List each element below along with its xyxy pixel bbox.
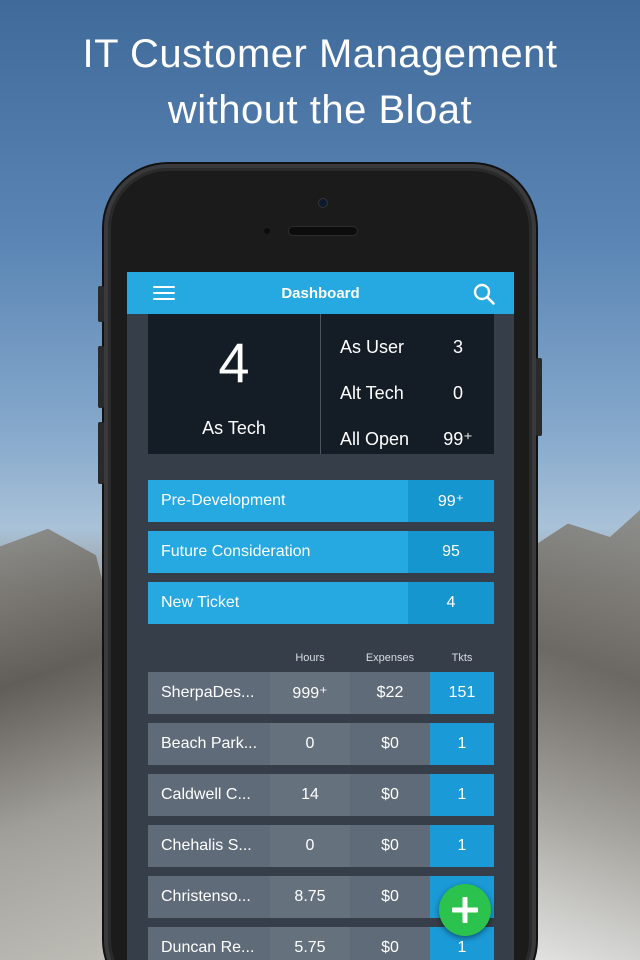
stat-label: As User — [340, 336, 405, 357]
stage-count: 95 — [408, 531, 494, 573]
phone-mute-switch — [98, 286, 104, 322]
account-expenses: $22 — [350, 672, 430, 714]
stat-list: As User 3 Alt Tech 0 All Open 99⁺ — [321, 314, 494, 454]
stat-value: 3 — [452, 336, 463, 357]
stat-label: All Open — [340, 428, 410, 449]
account-row[interactable]: Duncan Re... 5.75 $0 1 — [148, 927, 494, 960]
stat-row-all-open[interactable]: All Open 99⁺ — [321, 416, 494, 462]
account-name: Chehalis S... — [161, 837, 252, 854]
ticket-stage-list: Pre-Development 99⁺ Future Consideration… — [148, 480, 494, 633]
headline-line-1: IT Customer Management — [82, 32, 558, 76]
tkts-column-header: Tkts — [451, 652, 473, 664]
as-tech-label: As Tech — [202, 418, 266, 438]
phone-volume-up — [98, 346, 104, 408]
account-name: Christenso... — [161, 888, 251, 905]
stage-name: Pre-Development — [161, 492, 286, 509]
proximity-sensor — [264, 228, 270, 234]
account-hours: 0 — [270, 723, 350, 765]
account-name: Duncan Re... — [161, 939, 255, 956]
stage-row-new-ticket[interactable]: New Ticket 4 — [148, 582, 494, 624]
hamburger-menu-icon[interactable] — [153, 286, 175, 300]
account-row[interactable]: SherpaDes... 999⁺ $22 151 — [148, 672, 494, 714]
account-row[interactable]: Caldwell C... 14 $0 1 — [148, 774, 494, 816]
stage-name: New Ticket — [161, 594, 240, 611]
plus-icon — [452, 897, 478, 923]
stat-row-as-user[interactable]: As User 3 — [321, 324, 494, 370]
as-tech-count: 4 — [218, 331, 250, 394]
stage-count: 4 — [408, 582, 494, 624]
add-ticket-button[interactable] — [439, 884, 491, 936]
phone-power-button — [536, 358, 542, 436]
promo-headline: IT Customer Management without the Bloat — [0, 26, 640, 138]
account-hours: 5.75 — [270, 927, 350, 960]
account-expenses: $0 — [350, 825, 430, 867]
account-hours: 999⁺ — [270, 672, 350, 714]
ticket-stats-panel: 4 As Tech As User 3 Alt Tech 0 All Open … — [148, 314, 494, 454]
account-tickets: 1 — [430, 723, 494, 765]
headline-line-2: without the Bloat — [167, 88, 473, 132]
stat-row-alt-tech[interactable]: Alt Tech 0 — [321, 370, 494, 416]
account-name: SherpaDes... — [161, 684, 255, 701]
account-expenses: $0 — [350, 723, 430, 765]
front-camera — [318, 198, 328, 208]
stat-value: 99⁺ — [443, 428, 473, 449]
account-row[interactable]: Beach Park... 0 $0 1 — [148, 723, 494, 765]
earpiece-speaker — [288, 226, 358, 236]
account-row[interactable]: Chehalis S... 0 $0 1 — [148, 825, 494, 867]
account-tickets: 1 — [430, 774, 494, 816]
as-tech-stat[interactable]: 4 As Tech — [148, 314, 321, 454]
background-rock-left — [0, 528, 120, 960]
account-expenses: $0 — [350, 927, 430, 960]
accounts-column-headers: Hours Expenses Tkts — [148, 652, 494, 668]
stage-count: 99⁺ — [408, 480, 494, 522]
app-bar: Dashboard — [127, 272, 514, 314]
stat-value: 0 — [452, 382, 463, 403]
account-hours: 14 — [270, 774, 350, 816]
search-icon[interactable] — [472, 282, 496, 306]
account-name: Beach Park... — [161, 735, 258, 752]
account-tickets: 1 — [430, 825, 494, 867]
account-tickets: 151 — [430, 672, 494, 714]
account-name: Caldwell C... — [161, 786, 251, 803]
hours-column-header: Hours — [295, 652, 325, 664]
stage-name: Future Consideration — [161, 543, 311, 560]
account-expenses: $0 — [350, 876, 430, 918]
stage-row-future-consideration[interactable]: Future Consideration 95 — [148, 531, 494, 573]
phone-volume-down — [98, 422, 104, 484]
account-hours: 0 — [270, 825, 350, 867]
page-title: Dashboard — [281, 284, 360, 302]
stat-label: Alt Tech — [340, 382, 404, 403]
background-rock-right — [520, 510, 640, 960]
account-hours: 8.75 — [270, 876, 350, 918]
stage-row-pre-development[interactable]: Pre-Development 99⁺ — [148, 480, 494, 522]
account-expenses: $0 — [350, 774, 430, 816]
expenses-column-header: Expenses — [365, 652, 415, 664]
app-screen: Dashboard 4 As Tech As User 3 Alt Tech 0… — [127, 272, 514, 960]
